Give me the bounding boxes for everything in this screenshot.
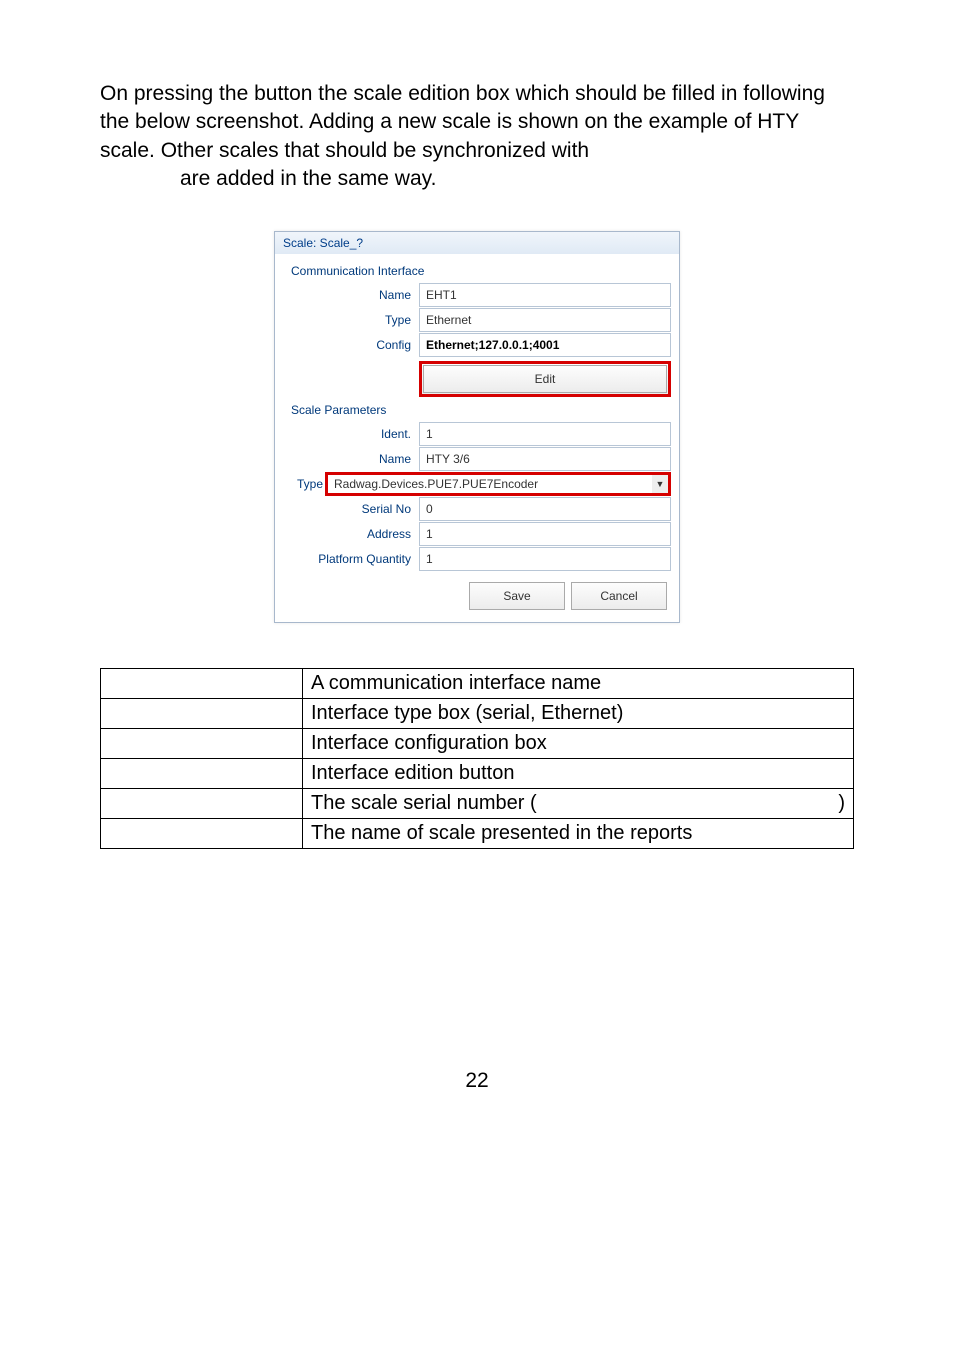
sp-pq-label: Platform Quantity — [283, 552, 419, 566]
table-cell-left — [101, 729, 303, 759]
edit-button-highlight[interactable]: Edit — [419, 361, 671, 397]
table-cell-right: Interface edition button — [303, 759, 854, 789]
sp-address-input[interactable] — [419, 522, 671, 546]
sp-ident-input[interactable] — [419, 422, 671, 446]
table-cell-right: The scale serial number ( ) — [303, 789, 854, 819]
table-row: The name of scale presented in the repor… — [101, 819, 854, 849]
parameters-table: A communication interface name Interface… — [100, 668, 854, 849]
intro-paragraph: On pressing the button the scale edition… — [100, 80, 854, 193]
table-cell-left — [101, 669, 303, 699]
intro-line1: On pressing the button the scale edition… — [100, 82, 825, 162]
intro-line2: are added in the same way. — [100, 167, 436, 190]
table-cell-right-pre: The scale serial number ( — [311, 792, 537, 815]
sp-serial-input[interactable] — [419, 497, 671, 521]
table-cell-right-post: ) — [838, 792, 845, 815]
sp-type-dropdown[interactable]: Radwag.Devices.PUE7.PUE7Encoder — [328, 475, 652, 493]
table-row: Interface type box (serial, Ethernet) — [101, 699, 854, 729]
table-cell-left — [101, 759, 303, 789]
chevron-down-icon: ▼ — [652, 475, 668, 493]
save-button[interactable]: Save — [469, 582, 565, 610]
table-cell-left — [101, 819, 303, 849]
dialog-title: Scale: Scale_? — [275, 232, 679, 254]
sp-type-label: Type — [283, 477, 325, 491]
table-row: Interface edition button — [101, 759, 854, 789]
table-cell-right: A communication interface name — [303, 669, 854, 699]
table-row: The scale serial number ( ) — [101, 789, 854, 819]
scale-dialog: Scale: Scale_? Communication Interface N… — [274, 231, 680, 623]
sp-address-label: Address — [283, 527, 419, 541]
ci-name-label: Name — [283, 288, 419, 302]
edit-button-label: Edit — [423, 365, 667, 393]
ci-type-input[interactable] — [419, 308, 671, 332]
table-row: Interface configuration box — [101, 729, 854, 759]
sp-pq-input[interactable] — [419, 547, 671, 571]
table-cell-right: The name of scale presented in the repor… — [303, 819, 854, 849]
table-cell-left — [101, 789, 303, 819]
page-number: 22 — [100, 1069, 854, 1093]
section-communication-interface: Communication Interface — [283, 260, 671, 282]
table-cell-right: Interface type box (serial, Ethernet) — [303, 699, 854, 729]
sp-name-label: Name — [283, 452, 419, 466]
table-cell-right: Interface configuration box — [303, 729, 854, 759]
cancel-button[interactable]: Cancel — [571, 582, 667, 610]
section-scale-parameters: Scale Parameters — [283, 399, 671, 421]
table-row: A communication interface name — [101, 669, 854, 699]
sp-serial-label: Serial No — [283, 502, 419, 516]
sp-type-dropdown-highlight[interactable]: Radwag.Devices.PUE7.PUE7Encoder ▼ — [325, 472, 671, 496]
sp-ident-label: Ident. — [283, 427, 419, 441]
sp-name-input[interactable] — [419, 447, 671, 471]
ci-type-label: Type — [283, 313, 419, 327]
table-cell-left — [101, 699, 303, 729]
ci-name-input[interactable] — [419, 283, 671, 307]
ci-config-input[interactable] — [419, 333, 671, 357]
ci-config-label: Config — [283, 338, 419, 352]
